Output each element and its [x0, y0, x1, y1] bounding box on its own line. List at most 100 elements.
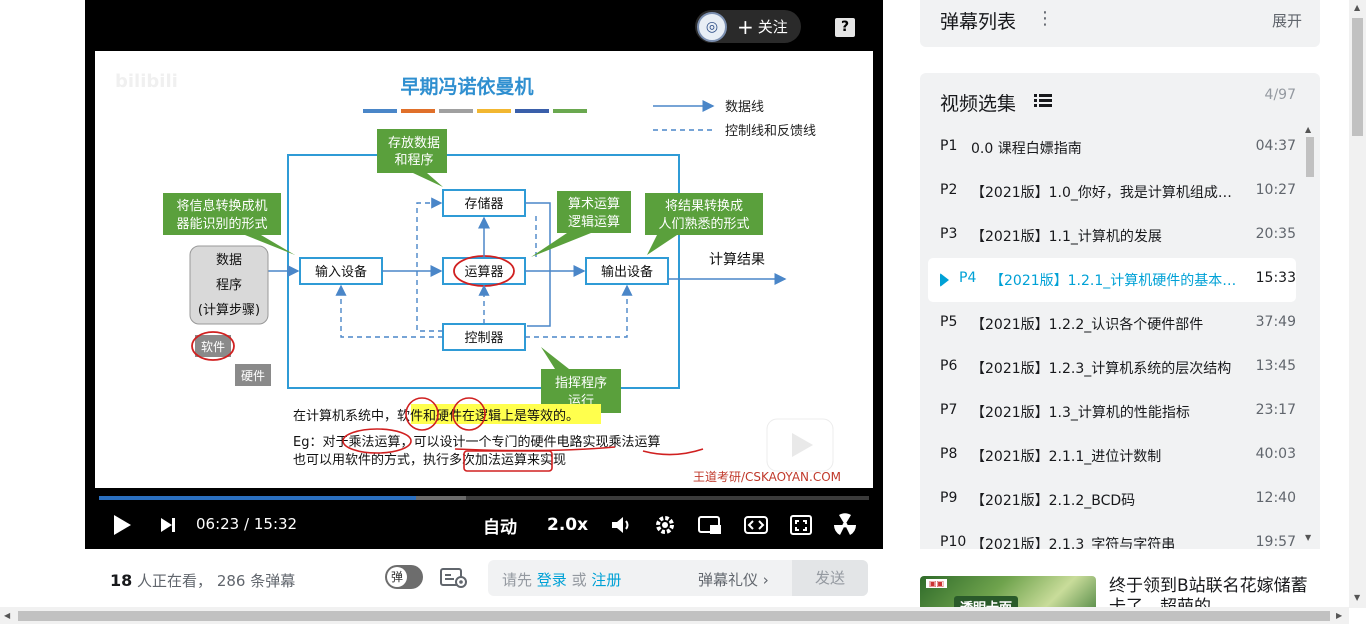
next-episode-button[interactable]	[157, 513, 179, 537]
box-alu-label: 运算器	[464, 265, 503, 280]
time-current: 06:23	[196, 515, 240, 533]
bank-logo-icon: ▣▣	[926, 579, 948, 588]
episode-title: 【2021版】1.2.2_认识各个硬件部件	[971, 317, 1204, 333]
episode-title: 【2021版】2.1.1_进位计数制	[971, 449, 1162, 465]
episode-code: P5	[940, 314, 958, 330]
episode-item[interactable]: P8 【2021版】2.1.1_进位计数制 40:03	[928, 434, 1296, 478]
page-horizontal-scrollbar[interactable]: ◀ ▶	[0, 607, 1349, 624]
page-scroll-up-icon[interactable]: ▲	[1354, 3, 1360, 12]
box-output-label: 输出设备	[601, 264, 653, 280]
follow-pill[interactable]: ◎ + 关注	[695, 10, 801, 43]
danmaku-etiquette-link[interactable]: 弹幕礼仪 ›	[698, 569, 769, 590]
uploader-avatar[interactable]: ◎	[697, 11, 727, 42]
episode-duration: 19:57	[1255, 534, 1296, 549]
bubble-arith: 算术运算 逻辑运算	[531, 191, 631, 257]
register-link[interactable]: 注册	[591, 571, 621, 589]
danmaku-input[interactable]: 请先 登录 或 注册 弹幕礼仪 › 发送	[488, 560, 868, 596]
episode-item[interactable]: P7 【2021版】1.3_计算机的性能指标 23:17	[928, 390, 1296, 434]
volume-icon	[612, 517, 629, 533]
video-frame-slide[interactable]: bilibili 早期冯诺依曼机 数据线 控制线和反馈线 存储器 运算器 输入设…	[95, 51, 873, 488]
page-horizontal-scroll-thumb[interactable]	[18, 611, 1330, 621]
next-icon	[161, 518, 175, 532]
episode-title: 【2021版】1.2.3_计算机系统的层次结构	[971, 361, 1232, 377]
picture-in-picture-icon	[698, 516, 721, 534]
episode-duration: 10:27	[1255, 182, 1296, 198]
viewer-info: 18 人正在看， 286 条弹幕	[110, 571, 296, 590]
episode-duration: 23:17	[1255, 402, 1296, 418]
page-scroll-left-icon[interactable]: ◀	[4, 611, 10, 620]
line1-highlight: 软件和硬件在逻辑上是等效的	[397, 408, 566, 424]
episode-title: 【2021版】1.2.1_计算机硬件的基本组成	[990, 273, 1242, 289]
episode-item[interactable]: P10 【2021版】2.1.3_字符与字符串 19:57	[928, 522, 1296, 549]
help-icon[interactable]: ?	[835, 18, 855, 37]
svg-text:器能识别的形式: 器能识别的形式	[176, 216, 267, 232]
play-button[interactable]	[109, 513, 135, 537]
progress-played	[99, 496, 417, 500]
scroll-up-arrow-icon[interactable]: ▲	[1305, 125, 1311, 134]
page-vertical-scrollbar[interactable]: ▲ ▼	[1349, 0, 1366, 608]
danmaku-list-panel: 弹幕列表 ⋮ 展开	[920, 0, 1320, 47]
viewer-count: 18	[110, 571, 133, 590]
danmaku-list-expand-button[interactable]: 展开	[1272, 10, 1302, 31]
episode-title: 【2021版】1.3_计算机的性能指标	[971, 405, 1190, 421]
svg-text:和程序: 和程序	[394, 153, 433, 168]
svg-text:将结果转换成: 将结果转换成	[665, 199, 743, 214]
svg-text:硬件: 硬件	[241, 369, 265, 383]
episode-list-scrollbar[interactable]: ▲ ▼	[1304, 125, 1314, 545]
page-scroll-down-icon[interactable]: ▼	[1354, 593, 1360, 602]
player-controls: 06:23 / 15:32 自动 2.0x	[85, 505, 883, 545]
episode-item[interactable]: P3 【2021版】1.1_计算机的发展 20:35	[928, 214, 1296, 258]
play-icon	[114, 515, 131, 535]
episode-title: 0.0 课程白嫖指南	[971, 141, 1082, 157]
follow-button[interactable]: + 关注	[737, 16, 788, 37]
login-link[interactable]: 登录	[537, 571, 567, 589]
radiation-icon	[833, 513, 857, 535]
scroll-down-arrow-icon[interactable]: ▼	[1305, 533, 1311, 542]
page-scroll-right-icon[interactable]: ▶	[1336, 611, 1342, 620]
episode-code: P10	[940, 534, 967, 549]
danmaku-list-title: 弹幕列表	[940, 11, 1017, 33]
quality-button[interactable]: 自动	[483, 513, 517, 538]
svg-text:程序: 程序	[216, 278, 242, 293]
progress-bar[interactable]	[99, 496, 869, 500]
svg-text:人们熟悉的形式: 人们熟悉的形式	[658, 216, 749, 232]
episode-item[interactable]: P1 0.0 课程白嫖指南 04:37	[928, 126, 1296, 170]
episode-scroll-thumb[interactable]	[1306, 137, 1314, 177]
settings-button[interactable]	[653, 513, 677, 537]
fullscreen-button[interactable]	[832, 513, 858, 537]
more-vertical-icon[interactable]: ⋮	[1036, 8, 1054, 29]
bilibili-watermark: bilibili	[115, 71, 178, 92]
svg-text:逻辑运算: 逻辑运算	[568, 215, 620, 230]
video-player[interactable]: ◎ + 关注 ? bilibili 早期冯诺依曼机 数据线 控制线和反馈线 存储…	[85, 0, 883, 549]
plus-icon: +	[737, 14, 754, 39]
speed-button[interactable]: 2.0x	[547, 513, 588, 537]
time-total: 15:32	[253, 515, 298, 533]
playing-indicator-icon	[940, 273, 949, 287]
svg-text:将信息转换成机: 将信息转换成机	[176, 198, 267, 214]
episode-duration: 40:03	[1255, 446, 1296, 462]
time-display: 06:23 / 15:32	[196, 515, 298, 533]
send-button[interactable]: 发送	[792, 560, 868, 596]
widescreen-button[interactable]	[743, 513, 769, 537]
box-memory-label: 存储器	[464, 197, 503, 212]
page-vertical-scroll-thumb[interactable]	[1352, 18, 1363, 136]
legend-data-line: 数据线	[725, 100, 764, 115]
episode-panel-title: 视频选集	[940, 93, 1017, 115]
pip-button[interactable]	[697, 513, 723, 537]
episode-duration: 20:35	[1255, 226, 1296, 242]
danmaku-toggle[interactable]: 弹	[385, 565, 423, 589]
svg-text:软件: 软件	[201, 340, 225, 354]
episode-panel: 视频选集 4/97 P1 0.0 课程白嫖指南 04:37 P2 【2021版】1.0_…	[920, 73, 1320, 549]
volume-button[interactable]	[609, 513, 633, 537]
result-label: 计算结果	[709, 252, 765, 268]
episode-item[interactable]: P6 【2021版】1.2.3_计算机系统的层次结构 13:45	[928, 346, 1296, 390]
webpage-fullscreen-button[interactable]	[788, 513, 814, 537]
episode-code: P3	[940, 226, 958, 242]
episode-item[interactable]: P2 【2021版】1.0_你好，我是计算机组成原理 10:27	[928, 170, 1296, 214]
list-view-icon[interactable]	[1034, 93, 1052, 108]
episode-item[interactable]: P4 【2021版】1.2.1_计算机硬件的基本组成 15:33	[928, 258, 1296, 302]
danmaku-settings-icon[interactable]	[440, 567, 468, 589]
gear-icon	[656, 516, 674, 534]
episode-item[interactable]: P9 【2021版】2.1.2_BCD码 12:40	[928, 478, 1296, 522]
episode-item[interactable]: P5 【2021版】1.2.2_认识各个硬件部件 37:49	[928, 302, 1296, 346]
